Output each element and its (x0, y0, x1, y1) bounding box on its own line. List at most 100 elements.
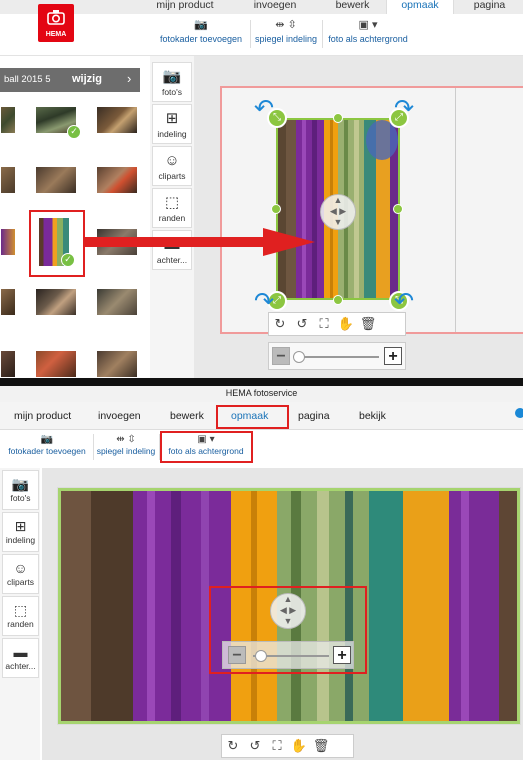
album-name: ball 2015 5 (4, 74, 51, 85)
fotokader-toevoegen-button[interactable]: 📷 fotokader toevoegen (4, 434, 90, 462)
zoom-out-button[interactable]: − (272, 347, 290, 365)
tool-label: fotokader toevoegen (8, 446, 86, 456)
fit-frame-icon[interactable]: ⛶ (313, 313, 335, 335)
tab-pagina[interactable]: pagina (462, 0, 517, 14)
photo-thumbnail[interactable] (35, 166, 77, 194)
side-toolbar: 📷 foto's ⊞ indeling ☺ cliparts ⬚ randen … (0, 468, 40, 760)
smiley-icon: ☺ (164, 152, 180, 169)
rotate-left-icon[interactable]: ↺ (291, 313, 313, 335)
fit-frame-icon[interactable]: ⛶ (266, 735, 288, 757)
rotate-right-icon[interactable]: ↻ (269, 313, 291, 335)
resize-handle-right[interactable] (393, 204, 403, 214)
side-randen-button[interactable]: ⬚ randen (152, 188, 192, 228)
divider (93, 434, 94, 460)
zoom-track (295, 356, 379, 358)
side-fotos-button[interactable]: 📷 foto's (2, 470, 39, 510)
tab-opmaak[interactable]: opmaak (386, 0, 454, 14)
photo-thumbnail[interactable] (0, 228, 16, 256)
resize-handle-left[interactable] (271, 204, 281, 214)
chevron-right-icon[interactable]: › (127, 71, 131, 86)
photo-frame-icon: 📷 (40, 434, 54, 445)
tab-mijn-product[interactable]: mijn product (150, 0, 220, 14)
hema-logo[interactable]: HEMA (38, 4, 74, 42)
window-title: HEMA fotoservice (0, 386, 523, 402)
bottom-screenshot: HEMA fotoservice mijn product invoegen b… (0, 386, 523, 760)
tab-invoegen[interactable]: invoegen (245, 0, 305, 14)
spiegel-indeling-button[interactable]: ⇹ ⇳ spiegel indeling (95, 434, 157, 462)
tab-pagina[interactable]: pagina (298, 410, 330, 422)
divider (322, 20, 323, 48)
photo-thumbnail[interactable] (96, 288, 138, 316)
drag-arrow-annotation (85, 228, 315, 256)
selection-highlight-box (29, 210, 85, 277)
logo-text: HEMA (45, 31, 67, 38)
move-pad-icon[interactable]: ▲ ◀ ▶ ▼ (320, 194, 356, 230)
zoom-control: − + (268, 342, 406, 370)
zoom-slider-knob[interactable] (293, 351, 305, 363)
side-randen-button[interactable]: ⬚ randen (2, 596, 39, 636)
tab-bewerk[interactable]: bewerk (325, 0, 380, 14)
tab-invoegen[interactable]: invoegen (98, 410, 141, 422)
spiegel-indeling-button[interactable]: ⇹ ⇳ spiegel indeling (252, 14, 320, 52)
tab-bekijk[interactable]: bekijk (359, 410, 386, 422)
tool-highlight-box (160, 431, 253, 463)
side-indeling-button[interactable]: ⊞ indeling (152, 104, 192, 144)
album-selector[interactable]: ball 2015 5 wijzig › (0, 68, 140, 92)
photo-thumbnail[interactable] (96, 106, 138, 134)
pan-hand-icon[interactable]: ✋ (288, 735, 310, 757)
screenshot-divider (0, 378, 523, 386)
mirror-icon: ⇹ ⇳ (275, 19, 297, 31)
info-icon[interactable] (515, 408, 523, 418)
fotokader-toevoegen-button[interactable]: 📷 fotokader toevoegen (154, 14, 248, 52)
photo-thumbnail[interactable] (0, 350, 16, 378)
tab-mijn-product[interactable]: mijn product (14, 410, 71, 422)
foto-als-achtergrond-button[interactable]: ▣ ▾ foto als achtergrond (324, 14, 412, 52)
side-label: cliparts (7, 577, 34, 587)
photo-thumbnail[interactable] (0, 106, 16, 134)
tool-label: spiegel indeling (254, 34, 318, 44)
side-indeling-button[interactable]: ⊞ indeling (2, 512, 39, 552)
photo-thumbnail[interactable] (96, 350, 138, 378)
zoom-in-button[interactable]: + (384, 347, 402, 365)
tab-bewerk[interactable]: bewerk (170, 410, 204, 422)
resize-handle-top[interactable] (333, 113, 343, 123)
photo-tools-bar: ↻ ↺ ⛶ ✋ 🗑 (221, 734, 354, 758)
tool-label: foto als achtergrond (328, 34, 408, 44)
zoom-highlight-box (209, 586, 367, 674)
tool-label: spiegel indeling (96, 446, 156, 456)
side-cliparts-button[interactable]: ☺ cliparts (2, 554, 39, 594)
photo-thumbnail[interactable] (0, 288, 16, 316)
side-toolbar: 📷 foto's ⊞ indeling ☺ cliparts ⬚ randen … (150, 56, 194, 378)
side-label: foto's (161, 87, 183, 97)
tool-label: fotokader toevoegen (159, 34, 243, 44)
divider (250, 20, 251, 48)
smiley-icon: ☺ (13, 560, 28, 576)
opmaak-highlight-box (216, 405, 289, 429)
photo-frame-icon: 📷 (194, 19, 208, 31)
photo-thumbnail[interactable] (35, 350, 77, 378)
photo-thumbnail[interactable] (35, 288, 77, 316)
border-icon: ⬚ (164, 194, 180, 211)
side-fotos-button[interactable]: 📷 foto's (152, 62, 192, 102)
rotate-icon[interactable]: ↶ (254, 97, 280, 123)
pan-hand-icon[interactable]: ✋ (335, 313, 357, 335)
side-label: indeling (157, 129, 187, 139)
rotate-right-icon[interactable]: ↻ (222, 735, 244, 757)
trash-icon[interactable]: 🗑 (310, 735, 332, 757)
photo-tools-bar: ↻ ↺ ⛶ ✋ 🗑 (268, 312, 406, 336)
rotate-icon[interactable]: ↷ (394, 97, 420, 123)
rotate-left-icon[interactable]: ↺ (244, 735, 266, 757)
side-achtergrond-button[interactable]: ▬ achter... (2, 638, 39, 678)
album-edit-button[interactable]: wijzig (72, 73, 102, 85)
photo-thumbnail[interactable] (96, 166, 138, 194)
trash-icon[interactable]: 🗑 (357, 313, 379, 335)
side-cliparts-button[interactable]: ☺ cliparts (152, 146, 192, 186)
side-label: achter... (5, 661, 36, 671)
side-label: foto's (10, 493, 31, 503)
resize-handle-bottom[interactable] (333, 295, 343, 305)
camera-icon: 📷 (11, 476, 30, 492)
camera-icon (47, 10, 65, 25)
photo-thumbnail[interactable] (0, 166, 16, 194)
layout-icon: ⊞ (14, 518, 27, 534)
page-fold (455, 88, 456, 332)
